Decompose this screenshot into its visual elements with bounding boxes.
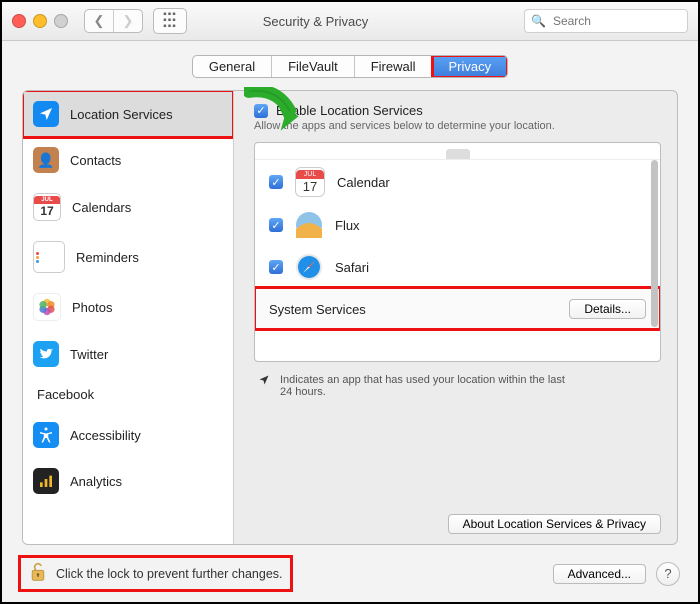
sidebar-item-label: Photos (72, 300, 112, 315)
sidebar-item-twitter[interactable]: Twitter (23, 331, 233, 377)
question-icon: ? (664, 566, 671, 581)
safari-icon (295, 253, 323, 281)
privacy-sidebar[interactable]: Location Services 👤 Contacts JUL 17 Cale… (23, 91, 234, 544)
sidebar-item-label: Facebook (37, 387, 94, 402)
enable-location-label: Enable Location Services (276, 103, 423, 118)
tab-firewall[interactable]: Firewall (355, 56, 433, 77)
photos-icon (33, 293, 61, 321)
enable-location-checkbox[interactable]: ✓ (254, 104, 268, 118)
list-item[interactable]: ✓ JUL 17 Calendar (255, 160, 660, 204)
unlocked-lock-icon (28, 561, 48, 586)
app-checkbox[interactable]: ✓ (269, 260, 283, 274)
preferences-body: Location Services 👤 Contacts JUL 17 Cale… (22, 90, 678, 545)
twitter-icon (33, 341, 59, 367)
applist-scrollbar[interactable] (651, 147, 658, 356)
reminders-icon (33, 241, 65, 273)
tab-filevault[interactable]: FileVault (272, 56, 355, 77)
calendar-icon: JUL 17 (33, 193, 61, 221)
sidebar-item-calendars[interactable]: JUL 17 Calendars (23, 183, 233, 231)
app-label: Safari (335, 260, 369, 275)
minimize-window-button[interactable] (33, 14, 47, 28)
app-label: Flux (335, 218, 360, 233)
sidebar-item-photos[interactable]: Photos (23, 283, 233, 331)
privacy-content: ✓ Enable Location Services Allow the app… (234, 91, 677, 544)
sidebar-item-label: Analytics (70, 474, 122, 489)
lock-row[interactable]: Click the lock to prevent further change… (20, 557, 291, 590)
close-window-button[interactable] (12, 14, 26, 28)
sidebar-item-label: Location Services (70, 107, 173, 122)
details-button[interactable]: Details... (569, 299, 646, 319)
sidebar-item-label: Contacts (70, 153, 121, 168)
tab-group: General FileVault Firewall Privacy (192, 55, 508, 78)
location-apps-list: ✓ JUL 17 Calendar ✓ Flux (254, 142, 661, 362)
indicator-note-text: Indicates an app that has used your loca… (280, 374, 580, 398)
sidebar-item-location-services[interactable]: Location Services (23, 91, 233, 137)
system-services-row: System Services Details... (255, 288, 660, 329)
sidebar-item-contacts[interactable]: 👤 Contacts (23, 137, 233, 183)
about-location-button[interactable]: About Location Services & Privacy (448, 514, 661, 534)
list-item-partial (255, 143, 660, 160)
titlebar: ❮ ❯ ▪▪▪▪▪▪▪▪▪ Security & Privacy 🔍 (2, 2, 698, 41)
list-item[interactable]: ✓ Flux (255, 204, 660, 246)
enable-location-row[interactable]: ✓ Enable Location Services (254, 103, 661, 118)
chevron-left-icon: ❮ (94, 13, 105, 29)
location-arrow-icon (258, 374, 270, 398)
lock-text: Click the lock to prevent further change… (56, 567, 283, 581)
accessibility-icon (33, 422, 59, 448)
enable-location-subtext: Allow the apps and services below to det… (254, 120, 661, 132)
sidebar-item-label: Twitter (70, 347, 108, 362)
sidebar-item-reminders[interactable]: Reminders (23, 231, 233, 283)
sidebar-item-label: Calendars (72, 200, 131, 215)
about-row: About Location Services & Privacy (254, 500, 661, 534)
contacts-icon: 👤 (33, 147, 59, 173)
list-item[interactable]: ✓ Safari (255, 246, 660, 288)
help-button[interactable]: ? (656, 562, 680, 586)
sidebar-item-accessibility[interactable]: Accessibility (23, 412, 233, 458)
tab-general[interactable]: General (193, 56, 272, 77)
location-arrow-icon (33, 101, 59, 127)
tabs-row: General FileVault Firewall Privacy (2, 41, 698, 90)
app-checkbox[interactable]: ✓ (269, 218, 283, 232)
scrollbar-thumb[interactable] (651, 160, 658, 327)
app-label: Calendar (337, 175, 390, 190)
calendar-icon: JUL 17 (295, 167, 325, 197)
sidebar-item-label: Reminders (76, 250, 139, 265)
search-field[interactable]: 🔍 (524, 9, 688, 33)
search-input[interactable] (551, 13, 681, 29)
window-controls (12, 14, 68, 28)
sidebar-item-facebook[interactable]: Facebook (23, 377, 233, 412)
search-icon: 🔍 (531, 14, 546, 28)
sidebar-item-analytics[interactable]: Analytics (23, 458, 233, 504)
location-indicator-note: Indicates an app that has used your loca… (258, 374, 657, 398)
advanced-button[interactable]: Advanced... (553, 564, 646, 584)
app-checkbox[interactable]: ✓ (269, 175, 283, 189)
back-button[interactable]: ❮ (85, 10, 113, 32)
sidebar-item-label: Accessibility (70, 428, 141, 443)
system-services-label: System Services (269, 302, 366, 317)
preferences-window: ❮ ❯ ▪▪▪▪▪▪▪▪▪ Security & Privacy 🔍 Gener… (0, 0, 700, 604)
zoom-window-button[interactable] (54, 14, 68, 28)
flux-icon (295, 211, 323, 239)
location-apps-scroll[interactable]: ✓ JUL 17 Calendar ✓ Flux (255, 143, 660, 361)
analytics-icon (33, 468, 59, 494)
tab-privacy[interactable]: Privacy (433, 56, 508, 77)
window-title: Security & Privacy (117, 14, 514, 29)
footer: Click the lock to prevent further change… (2, 551, 698, 602)
